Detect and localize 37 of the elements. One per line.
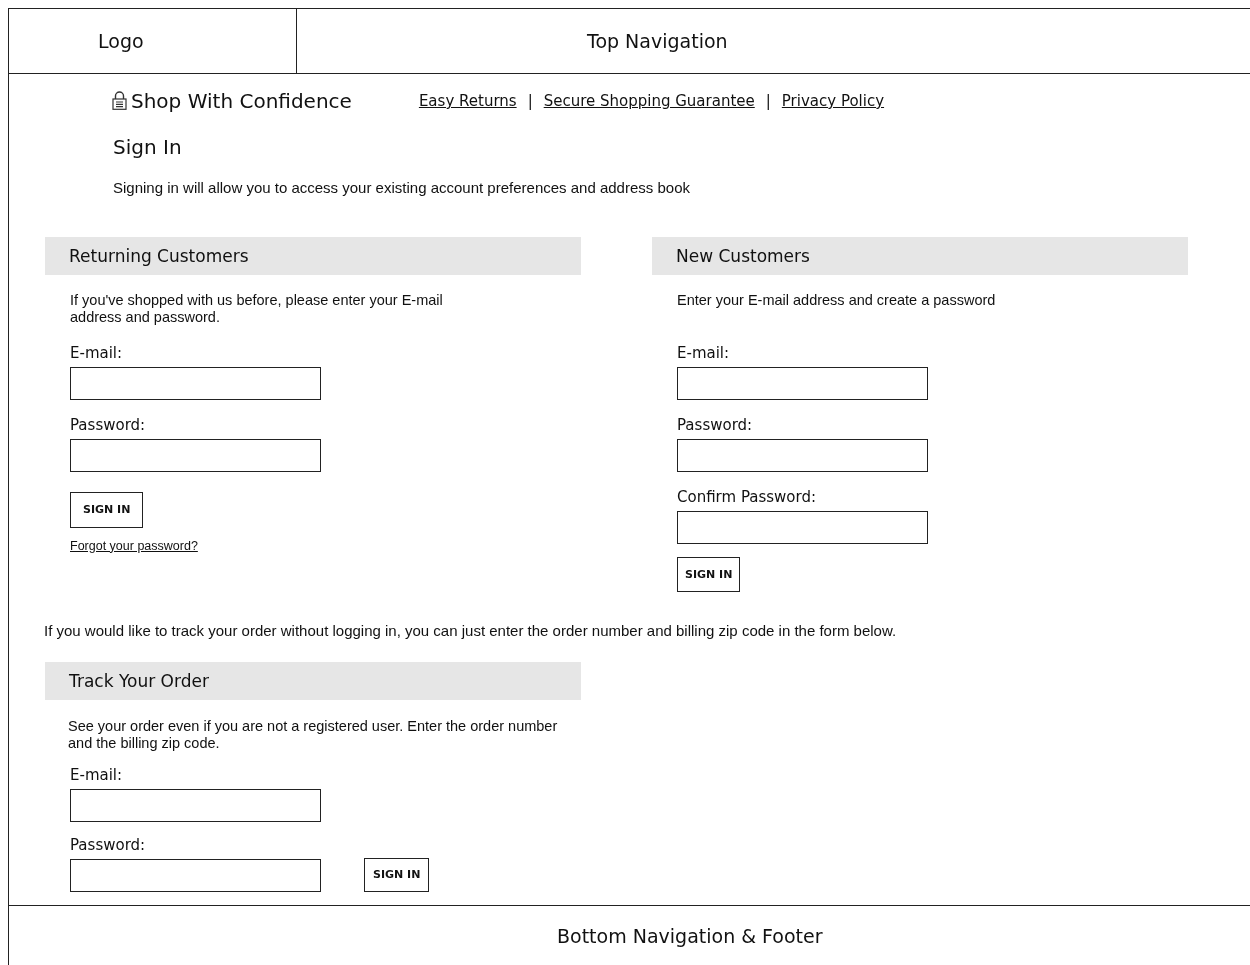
footer-navigation[interactable]: Bottom Navigation & Footer <box>557 925 823 948</box>
field-label: E-mail: <box>70 343 124 362</box>
field-label: Confirm Password: <box>677 487 817 506</box>
input-field[interactable] <box>677 438 928 472</box>
separator: | <box>527 91 533 110</box>
sign-in-button[interactable]: SIGN IN <box>70 491 144 528</box>
input-field[interactable] <box>70 858 321 892</box>
trust-link[interactable]: Easy Returns <box>418 91 517 110</box>
section-header: Returning Customers <box>45 236 581 275</box>
field-label: Password: <box>70 415 147 434</box>
trust-link[interactable]: Secure Shopping Guarantee <box>543 91 755 110</box>
field-label: Password: <box>70 835 147 854</box>
track-note: If you would like to track your order without logging in, you can just enter the order number and billing zip code in the form below. <box>44 621 898 639</box>
trust-title: Shop With Confidence <box>131 88 352 113</box>
logo[interactable]: Logo <box>98 29 144 52</box>
description: Enter your E-mail address and create a password <box>677 291 997 310</box>
input-field[interactable] <box>70 788 321 822</box>
input-field[interactable] <box>70 366 321 400</box>
input-field[interactable] <box>70 438 321 472</box>
page-title: Sign In <box>113 134 183 159</box>
intro-text: Signing in will allow you to access your existing account preferences and address book <box>113 178 691 196</box>
field-label: E-mail: <box>70 765 124 784</box>
sign-in-button[interactable]: SIGN IN <box>364 857 430 892</box>
section-header: New Customers <box>652 236 1188 275</box>
section-header: Track Your Order <box>45 661 581 700</box>
padlock-icon <box>112 91 127 111</box>
input-field[interactable] <box>677 366 928 400</box>
sign-in-button[interactable]: SIGN IN <box>677 556 741 592</box>
top-navigation[interactable]: Top Navigation <box>587 29 728 52</box>
input-field[interactable] <box>677 510 928 544</box>
forgot-password-link[interactable]: Forgot your password? <box>70 538 198 553</box>
trust-link[interactable]: Privacy Policy <box>781 91 885 110</box>
separator: | <box>765 91 771 110</box>
field-label: Password: <box>677 415 754 434</box>
description: If you've shopped with us before, please enter your E-mail address and password. <box>70 291 444 327</box>
field-label: E-mail: <box>677 343 731 362</box>
description: See your order even if you are not a registered user. Enter the order number and the billing zip code. <box>68 717 559 752</box>
